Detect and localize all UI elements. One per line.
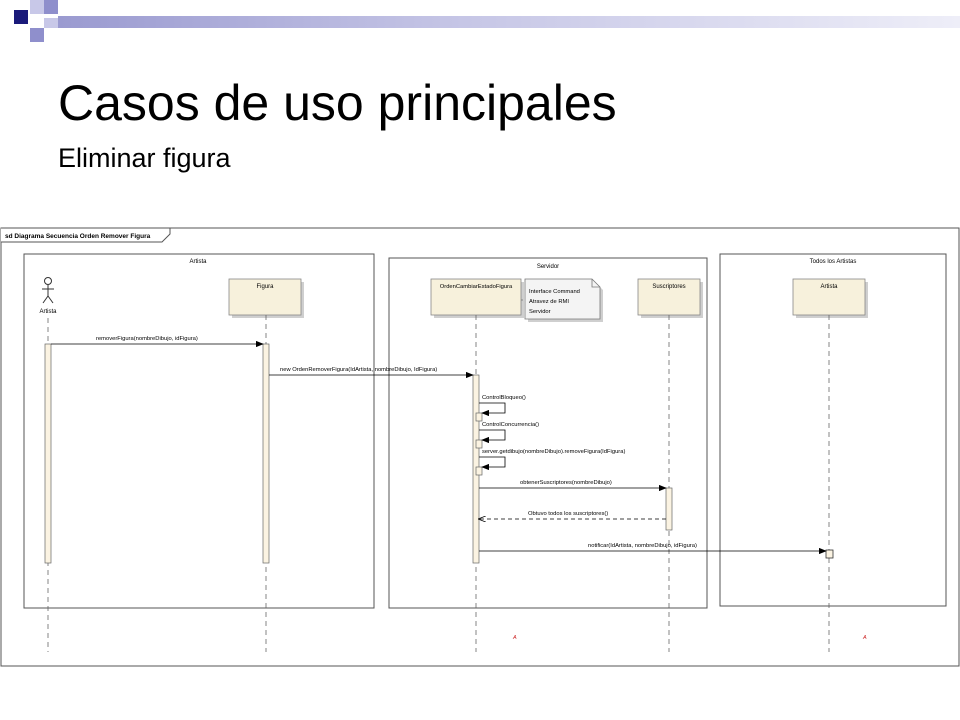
activation-artista2	[825, 549, 834, 559]
logo-square-light	[30, 0, 44, 14]
logo-square-mid-2	[30, 28, 44, 42]
logo-square-light-2	[44, 18, 58, 28]
logo-square-mid	[44, 0, 58, 14]
actor-artista-label: Artista	[39, 309, 57, 315]
message-label-8: notificar(IdArtista, nombreDibujo, idFig…	[588, 543, 697, 549]
lifeline-label-artista2: Artista	[820, 284, 838, 290]
red-mark-right: A	[862, 635, 867, 641]
activation-suscriptores	[665, 487, 673, 531]
slide-subtitle: Eliminar figura	[58, 143, 231, 173]
logo-square-dark	[14, 10, 28, 24]
note-line-2: Atravez de RMI	[529, 299, 569, 305]
note-line-1: Interface Command	[529, 289, 580, 295]
lifeline-label-figura: Figura	[256, 284, 274, 290]
sequence-diagram: sd Diagrama Secuencia Orden Remover Figu…	[0, 227, 960, 667]
header-bar	[58, 16, 960, 28]
frame-label: sd Diagrama Secuencia Orden Remover Figu…	[5, 233, 151, 240]
red-mark-left: A	[512, 635, 517, 641]
activation-figura	[262, 343, 270, 564]
message-label-4: ControlConcurrencia()	[482, 422, 539, 428]
message-label-2: new OrdenRemoverFigura(IdArtista, nombre…	[280, 367, 437, 373]
message-label-1: removerFigura(nombreDibujo, idFigura)	[96, 336, 198, 342]
message-label-5: server.getdibujo(nombreDibujo).removeFig…	[482, 449, 625, 455]
lifeline-label-suscriptores: Suscriptores	[652, 284, 685, 290]
activation-orden-self-2	[475, 439, 483, 449]
activation-orden-self-3	[475, 466, 483, 476]
boundary-artista-label: Artista	[189, 259, 207, 265]
message-label-7: Obtuvo todos los suscriptores()	[528, 511, 608, 517]
slide-title: Casos de uso principales	[58, 75, 617, 131]
message-label-6: obtenerSuscriptores(nombreDibujo)	[520, 480, 612, 486]
message-label-3: ControlBloqueo()	[482, 395, 526, 401]
boundary-todos-label: Todos los Artistas	[810, 259, 857, 265]
activation-artista	[44, 343, 52, 564]
note-line-3: Servidor	[529, 309, 551, 315]
lifeline-label-orden: OrdenCambiarEstadoFigura	[440, 284, 513, 290]
activation-orden-self-1	[475, 412, 483, 422]
boundary-servidor-label: Servidor	[537, 264, 559, 270]
